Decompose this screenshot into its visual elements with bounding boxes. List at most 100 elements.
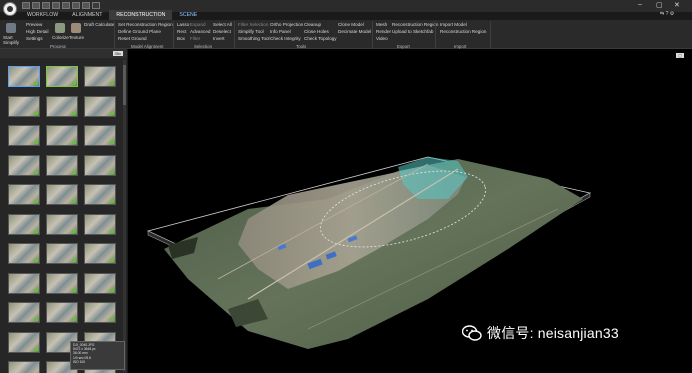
image-thumbnail[interactable] (46, 184, 78, 205)
image-thumbnail[interactable] (46, 243, 78, 264)
thumbnail-status-flag (34, 82, 38, 85)
image-thumbnail[interactable] (46, 213, 78, 235)
thumbnail-status-flag (72, 318, 76, 321)
quick-access-dropdown-icon[interactable] (92, 2, 100, 9)
image-thumbnail[interactable] (8, 125, 40, 146)
tab-alignment[interactable]: ALIGNMENT (65, 10, 109, 20)
thumbnail-status-flag (72, 111, 76, 115)
new-project-icon[interactable] (22, 2, 30, 9)
thumbnail-status-flag (110, 318, 114, 321)
image-thumbnail[interactable] (8, 66, 40, 87)
thumbnail-status-flag (34, 318, 38, 321)
image-thumbnail[interactable] (84, 213, 116, 235)
thumbnail-status-flag (110, 170, 114, 174)
info-panel-button[interactable]: Info Panel (270, 29, 291, 34)
draft-calculate-button[interactable]: Draft Calculate (84, 22, 114, 27)
deselect-button[interactable]: Deselect (213, 29, 231, 34)
image-thumbnail[interactable] (8, 243, 40, 264)
thumbnail-scrollbar-thumb[interactable] (123, 65, 126, 105)
filter-button[interactable]: Filter (190, 36, 200, 41)
upload-to-sketchfab-button[interactable]: Upload to Sketchfab (392, 29, 433, 34)
colorize-icon[interactable] (55, 23, 65, 33)
app-logo-icon[interactable] (3, 2, 17, 16)
preview-button[interactable]: Preview (26, 22, 42, 27)
image-thumbnail[interactable] (8, 302, 40, 323)
box-button[interactable]: Box (177, 36, 185, 41)
image-thumbnail[interactable] (8, 361, 40, 373)
filter-selection-button[interactable]: Filter Selection (238, 22, 268, 27)
smoothing-tool-button[interactable]: Smoothing Tool (238, 36, 270, 41)
expand-button[interactable]: Expand (190, 22, 206, 27)
decimate-model-button[interactable]: Decimate Model (338, 29, 371, 34)
cleanup-button[interactable]: Cleanup (304, 22, 321, 27)
reset-ground-button[interactable]: Reset Ground (118, 36, 147, 41)
image-thumbnail-panel[interactable]: 35x DJI_0040.JPG 5472 x 3648 px 36.00 mm… (0, 49, 127, 373)
simplify-label[interactable]: Simplify (3, 40, 19, 45)
select-all-button[interactable]: Select All (213, 22, 232, 27)
redo-icon[interactable] (62, 2, 70, 9)
undo-icon[interactable] (52, 2, 60, 9)
image-thumbnail[interactable] (8, 213, 40, 235)
image-thumbnail[interactable] (46, 272, 78, 294)
close-holes-button[interactable]: Close Holes (304, 29, 329, 34)
image-thumbnail[interactable] (84, 154, 116, 176)
image-thumbnail[interactable] (8, 154, 40, 176)
image-thumbnail[interactable] (8, 184, 40, 205)
image-thumbnail[interactable] (84, 243, 116, 264)
tab-workflow[interactable]: WORKFLOW (20, 10, 65, 20)
define-ground-plane-button[interactable]: Define Ground Plane (118, 29, 161, 34)
image-thumbnail[interactable] (84, 95, 116, 117)
image-thumbnail[interactable] (46, 125, 78, 146)
import-reconstruction-region-button[interactable]: Reconstruction Region (440, 29, 486, 34)
open-project-icon[interactable] (32, 2, 40, 9)
ortho-projection-button[interactable]: Ortho Projection (270, 22, 303, 27)
image-thumbnail[interactable] (84, 184, 116, 205)
image-thumbnail[interactable] (46, 95, 78, 117)
mesh-export-button[interactable]: Mesh (376, 22, 387, 27)
thumbnail-scrollbar[interactable] (123, 60, 126, 372)
export-reconstruction-region-button[interactable]: Reconstruction Region (392, 22, 438, 27)
start-icon[interactable] (6, 23, 16, 33)
invert-button[interactable]: Invert (213, 36, 225, 41)
viewport-layout-button[interactable]: ▢ (676, 53, 684, 58)
advanced-button[interactable]: Advanced (190, 29, 210, 34)
rect-button[interactable]: Rect (177, 29, 186, 34)
image-thumbnail[interactable] (8, 95, 40, 117)
render-export-button[interactable]: Render (376, 29, 391, 34)
texture-label[interactable]: Texture (69, 35, 84, 40)
maximize-button[interactable]: ▢ (656, 1, 663, 9)
image-thumbnail[interactable] (84, 272, 116, 294)
thumbnail-size-chip[interactable]: 35x (112, 51, 123, 56)
tab-scene[interactable]: SCENE (172, 10, 204, 20)
simplify-tool-button[interactable]: Simplify Tool (238, 29, 264, 34)
check-integrity-button[interactable]: Check Integrity (270, 36, 301, 41)
image-thumbnail[interactable] (84, 125, 116, 146)
thumbnail-status-flag (34, 347, 38, 351)
image-thumbnail[interactable] (8, 331, 40, 353)
close-button[interactable]: ✕ (674, 1, 680, 9)
image-thumbnail[interactable] (84, 302, 116, 323)
image-thumbnail[interactable] (84, 66, 116, 87)
image-thumbnail[interactable] (46, 302, 78, 323)
save-project-icon[interactable] (42, 2, 50, 9)
set-reconstruction-region-button[interactable]: Set Reconstruction Region (118, 22, 173, 27)
image-thumbnail[interactable] (8, 272, 40, 294)
settings-icon[interactable] (72, 2, 80, 9)
image-thumbnail[interactable] (46, 66, 78, 87)
tab-reconstruction[interactable]: RECONSTRUCTION (109, 10, 173, 20)
thumbnail-status-flag (72, 200, 76, 203)
lasso-button[interactable]: Lasso (177, 22, 189, 27)
texture-icon[interactable] (71, 23, 81, 33)
clone-model-button[interactable]: Clone Model (338, 22, 364, 27)
high-detail-button[interactable]: High Detail (26, 29, 48, 34)
colorize-label[interactable]: Colorize (52, 35, 69, 40)
ribbon-help-icons[interactable]: ⇆ ? ⚙ (660, 11, 674, 17)
import-model-button[interactable]: Import Model (440, 22, 467, 27)
thumbnail-status-flag (72, 229, 76, 233)
help-icon[interactable] (82, 2, 90, 9)
minimize-button[interactable]: – (638, 1, 642, 8)
image-thumbnail[interactable] (46, 154, 78, 176)
check-topology-button[interactable]: Check Topology (304, 36, 337, 41)
settings-button[interactable]: Settings (26, 36, 43, 41)
video-export-button[interactable]: Video (376, 36, 388, 41)
